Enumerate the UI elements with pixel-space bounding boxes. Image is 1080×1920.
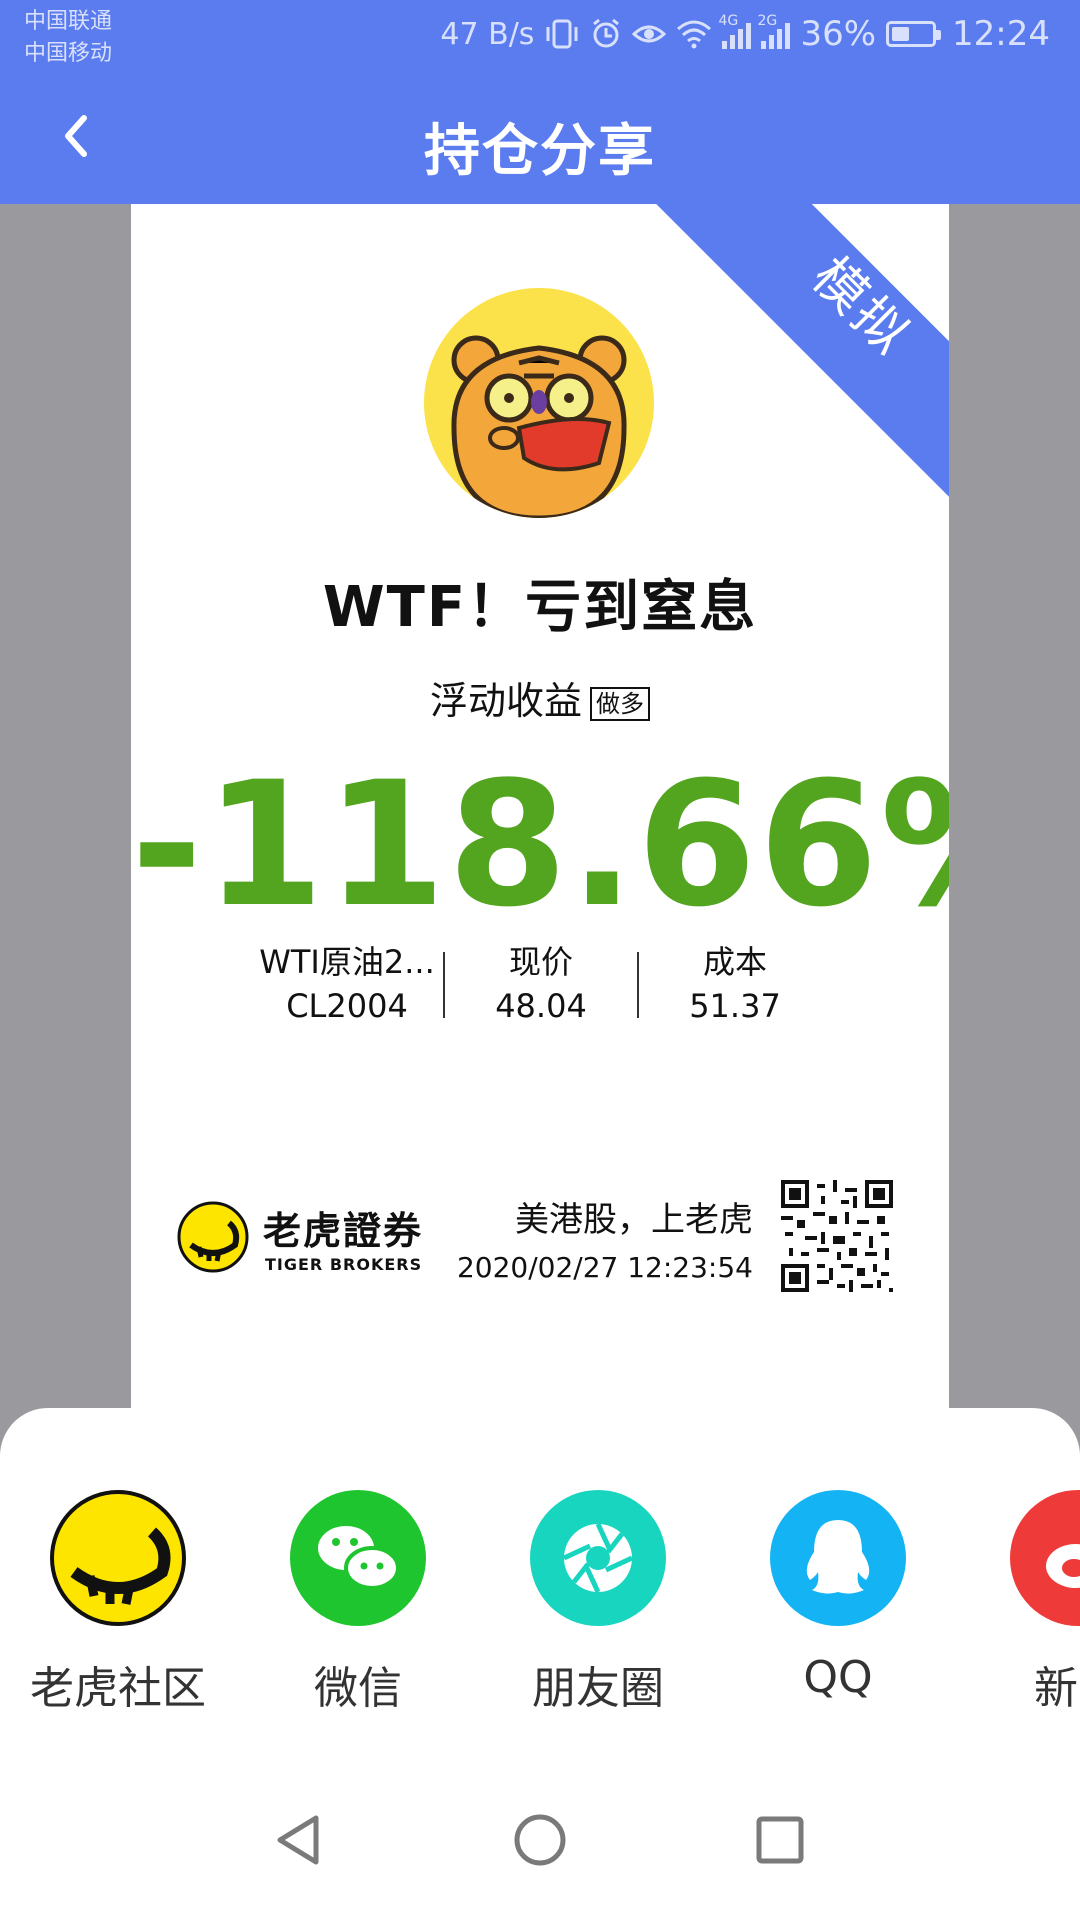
- nav-home-button[interactable]: [500, 1800, 580, 1880]
- page-title: 持仓分享: [424, 119, 656, 184]
- position-stats: WTI原油2... CL2004 现价 48.04 成本 51.37: [251, 940, 831, 1030]
- tiger-community-icon: [50, 1490, 186, 1626]
- nav-recents-button[interactable]: [740, 1800, 820, 1880]
- battery-percent: 36%: [800, 14, 877, 54]
- share-moments[interactable]: 朋友圈: [498, 1490, 698, 1716]
- cost-label: 成本: [702, 943, 767, 981]
- clock: 12:24: [952, 14, 1050, 54]
- brand-text: 老虎證券 TIGER BROKERS: [249, 1200, 423, 1274]
- carrier-1: 中国联通: [24, 9, 113, 34]
- share-timestamp: 2020/02/27 12:23:54: [456, 1251, 753, 1284]
- simulated-ribbon: [627, 204, 949, 501]
- carrier-info: 中国联通 中国移动: [24, 6, 112, 70]
- tiger-face-icon: [451, 335, 627, 518]
- qr-code: [781, 1180, 893, 1292]
- status-bar: 中国联通 中国移动 47 B/s 4G 2G 36% 12:24: [0, 0, 1080, 76]
- position-share-card: 模拟 WTF！亏到窒息 浮动收益做多 -118.66% WTI原油2... CL…: [131, 204, 949, 1419]
- signal-1-icon: 4G: [718, 13, 752, 49]
- triangle-back-icon: [277, 1815, 319, 1865]
- tiger-logo-icon: [177, 1201, 249, 1273]
- share-sheet: 老虎社区 微信 朋友圈 QQ 新浪: [0, 1408, 1080, 1920]
- brand-name-cn: 老虎證券: [263, 1209, 424, 1253]
- share-quote: WTF！亏到窒息: [322, 575, 758, 640]
- moments-icon: [530, 1490, 666, 1626]
- long-tag: 做多: [590, 686, 650, 721]
- circle-home-icon: [514, 1814, 566, 1866]
- slogan: 美港股，上老虎: [515, 1200, 753, 1240]
- share-tiger-community[interactable]: 老虎社区: [18, 1490, 218, 1716]
- symbol-code: CL2004: [286, 987, 408, 1025]
- share-label-tiger-community: 老虎社区: [30, 1663, 206, 1714]
- price-value: 48.04: [495, 987, 587, 1025]
- share-weibo[interactable]: 新浪: [978, 1490, 1080, 1716]
- tiger-brokers-brand: 老虎證券 TIGER BROKERS: [177, 1200, 423, 1274]
- stat-symbol: WTI原油2... CL2004: [251, 940, 443, 1030]
- square-recents-icon: [756, 1816, 804, 1864]
- symbol-name: WTI原油2...: [259, 943, 435, 981]
- share-label-weibo: 新浪: [1034, 1663, 1080, 1714]
- wechat-icon: [290, 1490, 426, 1626]
- nav-back-button[interactable]: [260, 1800, 340, 1880]
- weibo-icon: [1010, 1490, 1080, 1626]
- share-qq[interactable]: QQ: [738, 1490, 938, 1703]
- eye-icon: [632, 25, 667, 43]
- app-header: 持仓分享: [0, 76, 1080, 204]
- stat-cost: 成本 51.37: [639, 940, 831, 1030]
- slogan-block: 美港股，上老虎 2020/02/27 12:23:54: [457, 1192, 753, 1284]
- share-label-wechat: 微信: [314, 1663, 402, 1714]
- brand-name-en: TIGER BROKERS: [265, 1255, 423, 1274]
- system-nav-bar: [0, 1760, 1080, 1920]
- price-label: 现价: [508, 943, 573, 981]
- qq-icon: [770, 1490, 906, 1626]
- cost-value: 51.37: [689, 987, 781, 1025]
- vibrate-icon: [546, 19, 578, 49]
- stat-price: 现价 48.04: [443, 943, 639, 1025]
- pnl-percent: -118.66%: [131, 744, 949, 945]
- status-icons: 47 B/s 4G 2G 36% 12:24: [440, 13, 1050, 54]
- wifi-icon: [677, 20, 712, 49]
- share-label-qq: QQ: [803, 1652, 873, 1703]
- tiger-avatar: [424, 288, 654, 518]
- alarm-icon: [593, 18, 620, 48]
- signal-2-icon: 2G: [757, 13, 791, 49]
- floating-pnl-label: 浮动收益 做多: [131, 670, 949, 725]
- share-label-moments: 朋友圈: [532, 1663, 664, 1714]
- float-label: 浮动收益: [429, 679, 582, 723]
- share-wechat[interactable]: 微信: [258, 1490, 458, 1716]
- carrier-2: 中国移动: [24, 41, 113, 66]
- battery-icon: [886, 21, 942, 47]
- net-speed: 47 B/s: [440, 16, 535, 52]
